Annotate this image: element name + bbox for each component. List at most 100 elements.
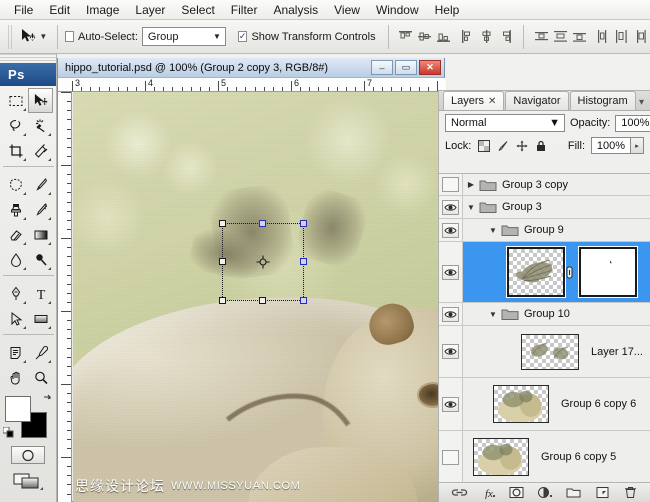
fill-input[interactable]: 100% [591,137,631,154]
quick-mask-mode-icon[interactable] [11,446,45,464]
vertical-ruler[interactable] [58,92,72,502]
menu-file[interactable]: File [6,1,41,19]
show-transform-checkbox[interactable]: ✓ [237,31,248,42]
group-collapsed-arrow-icon[interactable]: ▶ [463,180,479,189]
blend-mode-dropdown[interactable]: Normal ▼ [445,114,565,132]
panel-menu-icon[interactable]: ▾ [639,97,650,110]
change-screen-mode-icon[interactable] [11,471,45,491]
table-row[interactable]: Group 6 copy 5 [439,431,650,484]
swap-colors-icon[interactable] [42,394,54,409]
options-bar-grip[interactable] [8,24,14,49]
layer-visibility-cell[interactable] [439,174,463,195]
align-top-edges-button[interactable] [397,27,414,46]
clone-stamp-tool[interactable] [3,197,28,222]
layer-visibility-cell[interactable] [439,431,463,483]
layer-thumbnail[interactable] [521,333,579,370]
layer-thumbnail[interactable] [493,385,549,423]
fill-spinner-icon[interactable]: ▸ [631,137,644,154]
eye-icon[interactable] [442,344,459,359]
align-vertical-centers-button[interactable] [416,27,433,46]
crop-tool[interactable] [3,138,28,163]
distribute-right-edges-button[interactable] [632,27,649,46]
transform-handle-right-center[interactable] [300,258,307,265]
layer-visibility-cell[interactable] [439,242,463,302]
hand-tool[interactable] [3,365,28,390]
pen-tool[interactable] [3,281,28,306]
horizontal-ruler[interactable]: 3 4 5 6 7 [58,78,446,92]
table-row[interactable]: ▼ Group 9 [439,219,650,242]
table-row[interactable]: ▼ Group 3 [439,196,650,219]
auto-select-target-dropdown[interactable]: Group ▼ [141,27,226,46]
align-left-edges-button[interactable] [459,27,476,46]
eye-icon-hidden[interactable] [442,177,459,192]
link-layers-icon[interactable] [450,485,468,501]
eye-icon[interactable] [442,306,459,322]
image-canvas[interactable]: 思缘设计论坛 WWW.MISSYUAN.COM [73,92,446,502]
menu-view[interactable]: View [326,1,368,19]
move-tool-icon[interactable] [18,25,38,49]
layer-visibility-cell[interactable] [439,219,463,241]
dodge-tool[interactable] [28,247,53,272]
eye-icon[interactable] [442,199,459,215]
notes-tool[interactable] [3,340,28,365]
rectangular-marquee-tool[interactable] [3,88,28,113]
transform-reference-point-icon[interactable] [256,255,270,269]
table-row[interactable]: Layer 17... [439,326,650,378]
menu-select[interactable]: Select [173,1,222,19]
table-row[interactable]: ▶ Group 3 copy [439,174,650,196]
table-row[interactable] [439,242,650,303]
distribute-horizontal-centers-button[interactable] [613,27,630,46]
rectangle-shape-tool[interactable] [28,306,53,331]
table-row[interactable]: Group 6 copy 6 [439,378,650,431]
opacity-input[interactable]: 100% [615,114,650,132]
transform-handle-bottom-center[interactable] [259,297,266,304]
brush-tool[interactable] [28,172,53,197]
lock-all-icon[interactable] [534,139,547,152]
align-bottom-edges-button[interactable] [435,27,452,46]
menu-window[interactable]: Window [368,1,427,19]
move-tool[interactable] [28,88,53,113]
blur-tool[interactable] [3,247,28,272]
mask-link-icon[interactable] [565,265,574,280]
create-new-group-icon[interactable] [565,485,583,501]
tab-histogram[interactable]: Histogram [569,91,636,110]
transform-handle-top-left[interactable] [219,220,226,227]
layer-thumbnail[interactable] [473,438,529,476]
gradient-tool[interactable] [28,222,53,247]
tab-layers[interactable]: Layers ✕ [443,91,505,110]
eye-icon[interactable] [442,222,459,238]
layer-visibility-cell[interactable] [439,196,463,218]
menu-filter[interactable]: Filter [223,1,266,19]
close-button[interactable]: ✕ [419,60,441,75]
group-expanded-arrow-icon[interactable]: ▼ [463,203,479,212]
create-new-layer-icon[interactable] [593,485,611,501]
layers-list[interactable]: ▶ Group 3 copy ▼ Group 3 ▼ Group 9 ▼ Gro… [439,173,650,485]
menu-image[interactable]: Image [78,1,127,19]
eye-icon-hidden[interactable] [442,449,459,465]
zoom-tool[interactable] [28,365,53,390]
add-layer-style-icon[interactable]: fx [479,485,497,501]
history-brush-tool[interactable] [28,197,53,222]
transform-handle-bottom-right[interactable] [300,297,307,304]
lock-position-icon[interactable] [515,139,528,152]
tool-preset-caret-icon[interactable]: ▼ [38,26,48,48]
add-layer-mask-icon[interactable] [507,485,525,501]
minimize-button[interactable]: – [371,60,393,75]
align-horizontal-centers-button[interactable] [478,27,495,46]
layer-visibility-cell[interactable] [439,378,463,430]
layer-mask-thumbnail[interactable] [578,246,638,298]
lasso-tool[interactable] [3,113,28,138]
group-expanded-arrow-icon[interactable]: ▼ [485,310,501,319]
menu-analysis[interactable]: Analysis [265,1,326,19]
path-selection-tool[interactable] [3,306,28,331]
align-right-edges-button[interactable] [497,27,514,46]
patch-tool[interactable] [3,172,28,197]
toolbox-grip[interactable] [0,54,56,63]
transform-handle-bottom-left[interactable] [219,297,226,304]
slice-tool[interactable] [28,138,53,163]
eye-icon[interactable] [442,264,459,280]
transform-bounding-box[interactable] [219,220,307,304]
table-row[interactable]: ▼ Group 10 [439,303,650,326]
foreground-color-swatch[interactable] [4,396,31,422]
lock-transparent-pixels-icon[interactable] [477,139,490,152]
